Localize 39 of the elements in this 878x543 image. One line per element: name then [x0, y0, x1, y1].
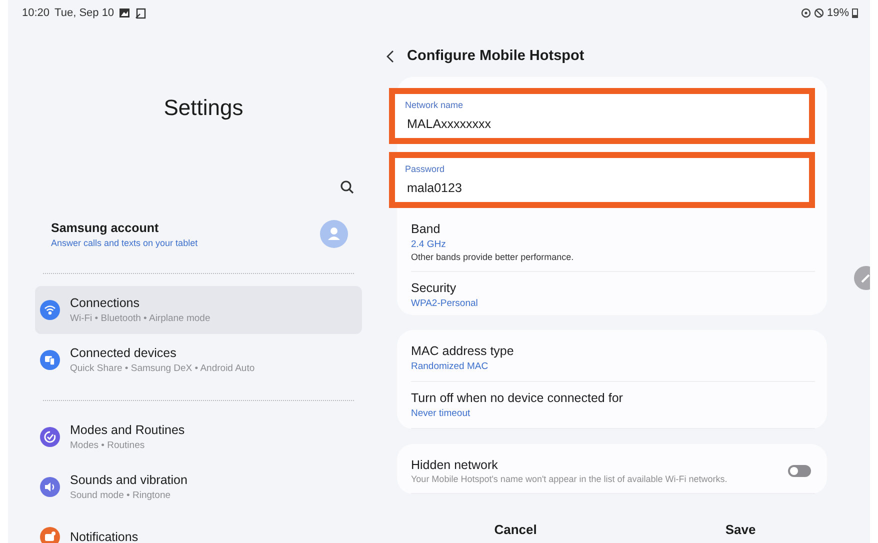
item-subtitle: Quick Share • Samsung DeX • Android Auto — [70, 363, 255, 374]
setting-row[interactable]: MAC address type Randomized MAC — [411, 338, 815, 378]
pencil-icon — [860, 272, 870, 284]
battery-level: 19% — [826, 7, 849, 19]
hotspot-icon — [800, 8, 811, 18]
screenshot-icon — [135, 8, 146, 18]
search-icon[interactable] — [340, 180, 354, 194]
toggle-switch[interactable] — [788, 465, 811, 477]
text-field[interactable]: Password mala0123 — [389, 152, 815, 208]
status-date: Tue, Sep 10 — [54, 7, 114, 19]
settings-item[interactable]: Modes and Routines Modes • Routines — [35, 413, 362, 461]
text-field[interactable]: Network name MALAxxxxxxxx — [389, 88, 815, 144]
save-button[interactable]: Save — [713, 515, 768, 543]
settings-item[interactable]: Connected devices Quick Share • Samsung DeX • Android Auto — [35, 336, 362, 384]
item-title: Modes and Routines — [70, 423, 185, 437]
item-subtitle: Modes • Routines — [70, 440, 146, 451]
settings-item[interactable]: Sounds and vibration Sound mode • Ringtone — [35, 463, 362, 511]
setting-row[interactable]: Band 2.4 GHz Other bands provide better performance. — [411, 216, 815, 268]
setting-row[interactable]: Security WPA2-Personal — [411, 275, 815, 315]
item-title: Notifications — [70, 530, 138, 543]
account-name[interactable]: Samsung account — [51, 220, 198, 234]
item-title: Sounds and vibration — [70, 473, 188, 487]
item-subtitle: Wi-Fi • Bluetooth • Airplane mode — [70, 313, 210, 324]
battery-icon — [852, 8, 858, 18]
avatar-icon[interactable] — [320, 220, 348, 248]
page-title: Configure Mobile Hotspot — [407, 48, 584, 64]
item-subtitle: Sound mode • Ringtone — [70, 490, 172, 501]
account-subtitle: Answer calls and texts on your tablet — [51, 238, 198, 248]
gallery-icon — [119, 8, 130, 18]
no-signal-icon — [814, 8, 824, 18]
back-icon[interactable] — [386, 50, 394, 62]
item-title: Connected devices — [70, 346, 178, 360]
setting-row[interactable]: Turn off when no device connected for Never timeout — [411, 385, 815, 425]
status-time: 10:20 — [22, 7, 50, 19]
settings-item[interactable]: Connections Wi-Fi • Bluetooth • Airplane mode — [35, 286, 362, 334]
item-title: Connections — [70, 296, 140, 310]
settings-item[interactable]: Notifications — [35, 513, 362, 543]
settings-title: Settings — [162, 95, 244, 121]
cancel-button[interactable]: Cancel — [482, 515, 549, 543]
